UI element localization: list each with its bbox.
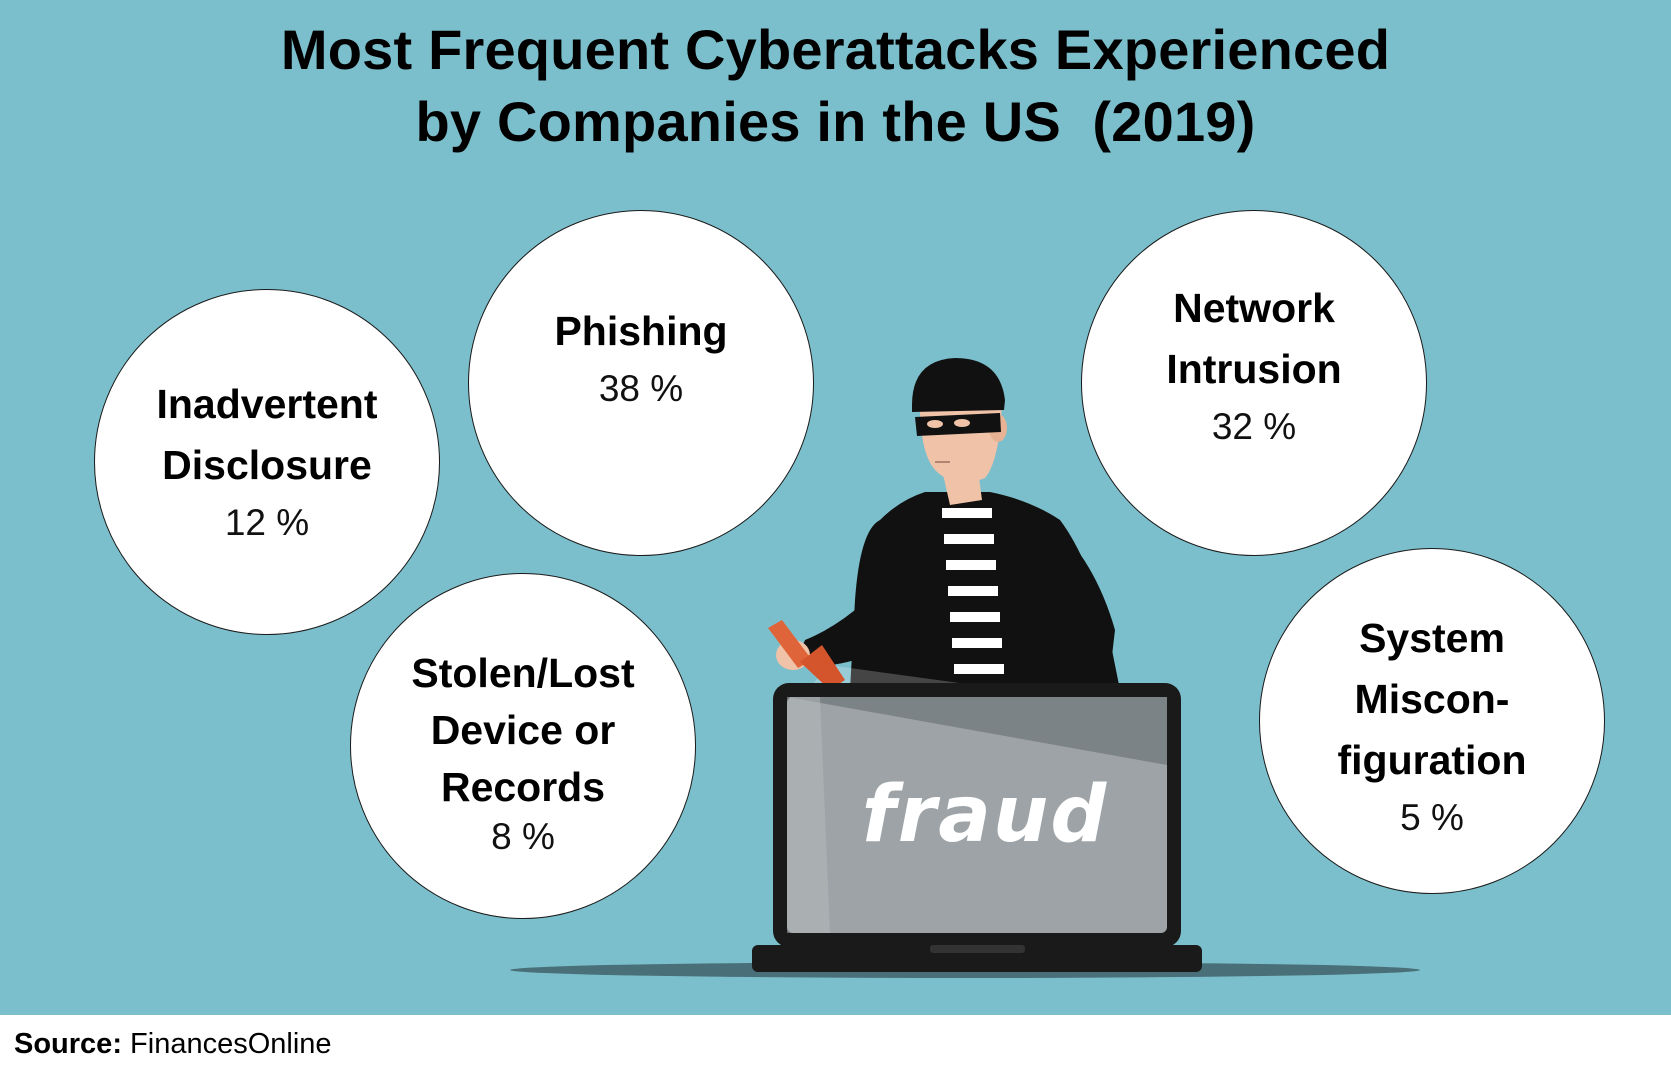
source-footer: Source: FinancesOnline [14,1024,332,1064]
bubble-value: 8 % [491,815,555,857]
bubble-label: System Miscon- figuration [1337,614,1527,783]
bubble-label: Stolen/Lost Device or Records [411,649,635,810]
bubble-value: 5 % [1400,796,1464,838]
bubble-network-intrusion: Network Intrusion 32 % [1081,210,1427,556]
bubble-value: 32 % [1211,406,1297,447]
bubble-label: Network Intrusion [1166,285,1342,392]
laptop-screen-text: fraud [861,770,1109,860]
source-label: Source: [14,1028,122,1060]
bubble-value: 38 % [598,367,684,409]
bubble-stolen-lost-device: Stolen/Lost Device or Records 8 % [350,573,696,919]
infographic-canvas: Most Frequent Cyberattacks Experienced b… [0,0,1671,1015]
bubble-label: Inadvertent Disclosure [156,381,378,488]
bubble-system-misconfiguration: System Miscon- figuration 5 % [1259,548,1605,894]
burglar-icon [776,358,1120,690]
bubble-label: Phishing [554,307,728,354]
source-value: FinancesOnline [130,1028,332,1060]
bubble-value: 12 % [224,502,310,543]
bubble-inadvertent-disclosure: Inadvertent Disclosure 12 % [94,289,440,635]
bubble-phishing: Phishing 38 % [468,210,814,556]
